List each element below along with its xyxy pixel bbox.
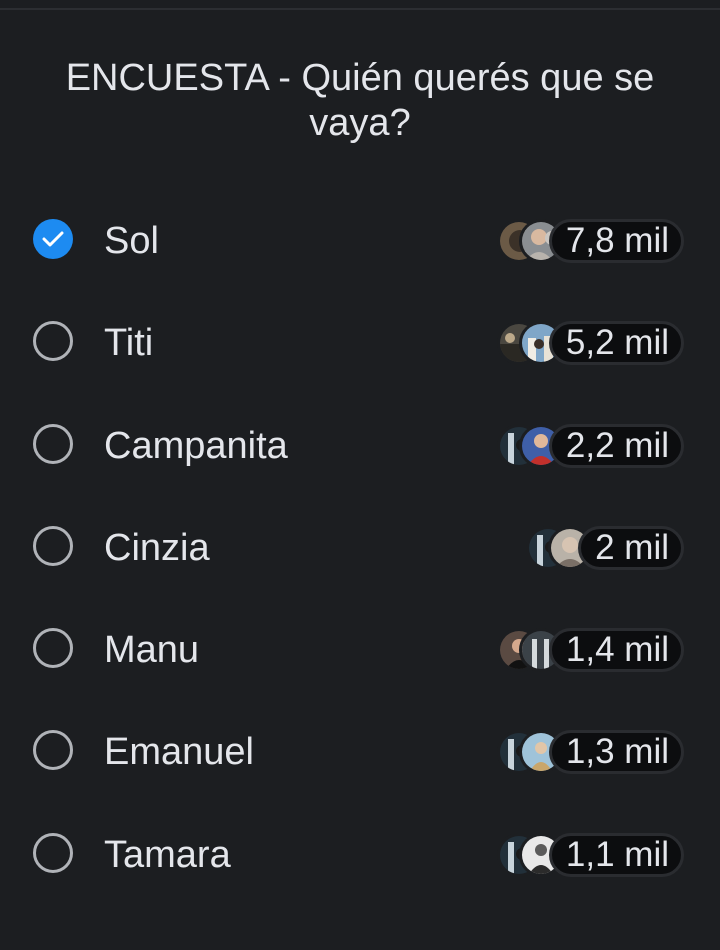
vote-count[interactable]: 2 mil [578,525,684,570]
vote-summary[interactable]: 5,2 mil [496,321,684,366]
option-label: Emanuel [104,731,254,774]
vote-count[interactable]: 1,4 mil [548,628,684,673]
vote-summary[interactable]: 2,2 mil [496,423,684,468]
radio-button-icon[interactable] [33,525,73,566]
option-label: Sol [104,220,159,262]
top-divider [0,8,720,10]
vote-count[interactable]: 5,2 mil [548,321,684,366]
poll-options: Sol 7,8 mil Titi 5,2 mil Campanita 2,2 m… [0,193,720,909]
vote-count[interactable]: 1,3 mil [548,730,684,775]
option-label: Titi [104,322,154,365]
poll-option[interactable]: Sol 7,8 mil [0,193,720,295]
poll-option[interactable]: Campanita 2,2 mil [0,398,720,500]
poll-option[interactable]: Cinzia 2 mil [0,500,720,602]
vote-count[interactable]: 1,1 mil [548,832,684,877]
vote-count[interactable]: 7,8 mil [548,219,684,263]
poll-option[interactable]: Emanuel 1,3 mil [0,704,720,806]
vote-summary[interactable]: 1,3 mil [496,730,684,775]
option-label: Cinzia [104,526,210,569]
poll-title: ENCUESTA - Quién querés que se vaya? [65,57,655,144]
option-label: Tamara [104,833,231,876]
radio-button-icon[interactable] [33,832,73,873]
vote-count[interactable]: 2,2 mil [548,423,684,468]
vote-summary[interactable]: 1,1 mil [496,832,684,877]
vote-summary[interactable]: 1,4 mil [496,628,684,673]
vote-summary[interactable]: 2 mil [526,525,684,570]
radio-button-icon[interactable] [33,423,73,464]
poll-option[interactable]: Tamara 1,1 mil [0,807,720,909]
radio-button-icon[interactable] [33,628,73,669]
poll-option[interactable]: Manu 1,4 mil [0,602,720,704]
radio-button-icon[interactable] [33,730,73,771]
option-label: Manu [104,629,200,672]
checkmark-icon[interactable] [33,219,73,259]
radio-button-icon[interactable] [33,321,73,362]
poll-option[interactable]: Titi 5,2 mil [0,295,720,397]
vote-summary[interactable]: 7,8 mil [496,219,684,263]
option-label: Campanita [104,424,288,467]
